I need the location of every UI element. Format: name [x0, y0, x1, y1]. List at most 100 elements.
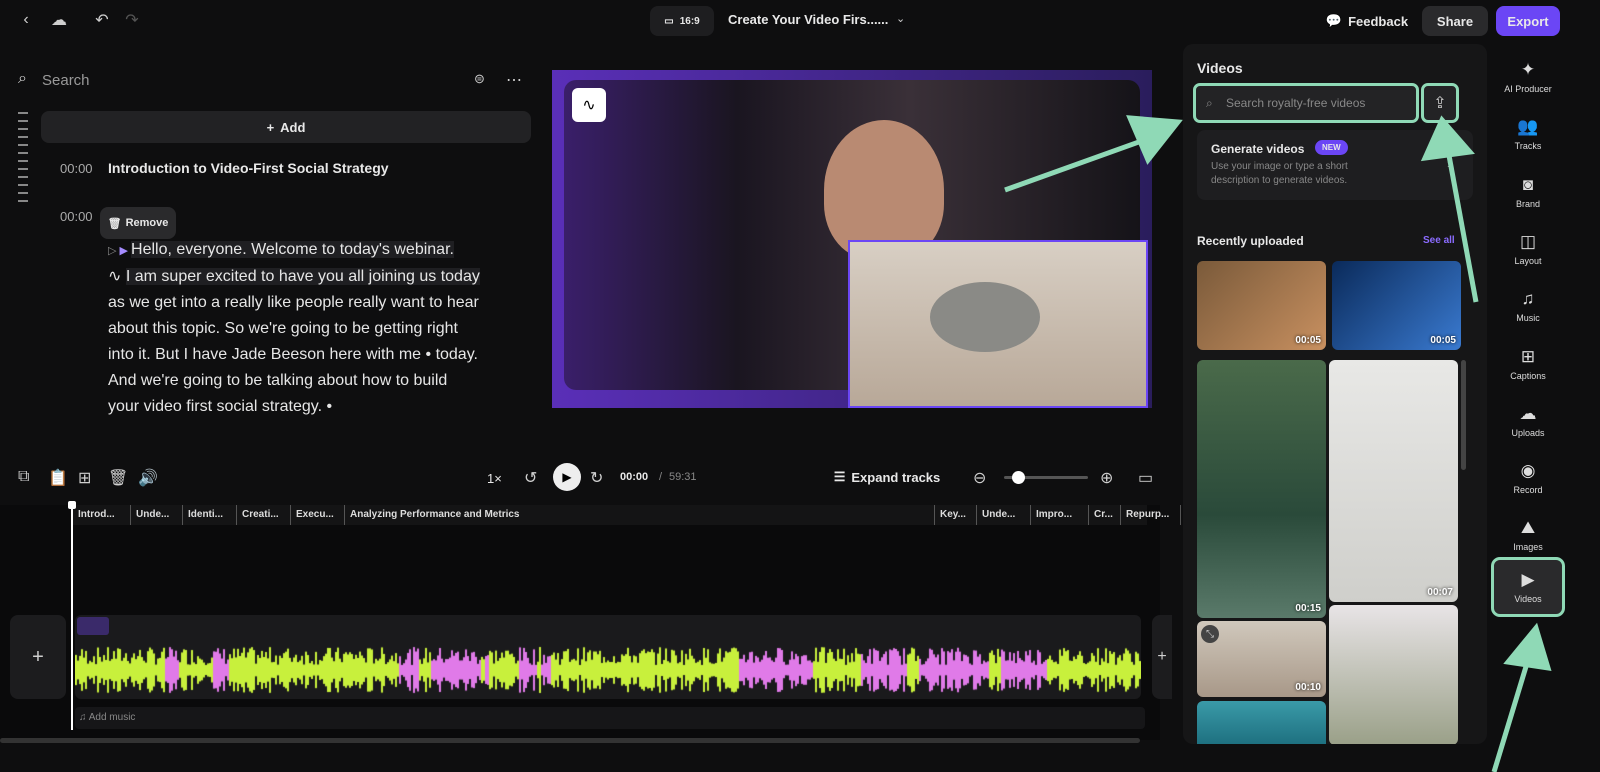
video-thumbnail[interactable] — [1197, 701, 1326, 744]
sidebar-item-record[interactable]: ◉ Record — [1494, 451, 1562, 505]
play-icon[interactable]: ▷ — [108, 245, 120, 257]
zoom-slider[interactable] — [1004, 471, 1088, 484]
chevron-right-icon: › — [1447, 156, 1452, 171]
recently-uploaded-heading: Recently uploaded — [1197, 234, 1304, 248]
duplicate-icon[interactable]: ⊞ — [78, 468, 91, 488]
add-track-left-button[interactable]: + — [10, 615, 66, 699]
speaker-figure — [824, 120, 944, 260]
zoom-slider-knob[interactable] — [1012, 471, 1026, 484]
redo-icon[interactable]: ↷ — [122, 10, 142, 30]
brand-icon: ◙ — [1522, 174, 1534, 194]
chapter-marker[interactable]: Unde... — [976, 505, 1030, 525]
captions-toggle-icon[interactable]: ▭ — [1138, 468, 1153, 488]
sidebar-item-image[interactable]: ⛰ Images — [1494, 508, 1562, 562]
upload-video-button[interactable]: ⇪ — [1421, 83, 1459, 123]
upload-icon: ⇪ — [1433, 95, 1447, 112]
video-thumbnail[interactable]: 00:15 — [1197, 360, 1326, 618]
transcript-line[interactable]: about this topic. So we're going to be g… — [108, 316, 548, 342]
copy-icon[interactable]: ⧉ — [18, 468, 29, 486]
see-all-link[interactable]: See all — [1423, 235, 1455, 246]
music-note-icon: ♫ — [79, 712, 89, 723]
chapter-marker[interactable]: Creati... — [236, 505, 290, 525]
forward-icon[interactable]: ↻ — [590, 468, 603, 488]
playhead[interactable] — [71, 505, 73, 730]
delete-icon[interactable]: 🗑 — [108, 468, 128, 488]
volume-icon[interactable]: 🔊 — [138, 468, 158, 488]
music-icon: ♫ — [1521, 289, 1535, 309]
video-search-input[interactable]: ⌕ Search royalty-free videos — [1193, 83, 1419, 123]
main-track[interactable] — [75, 615, 1141, 699]
timeline[interactable]: Introd... Unde... Identi... Creati... Execu.… — [0, 501, 1401, 740]
sidebar-item-upload[interactable]: ☁ Uploads — [1494, 394, 1562, 448]
remove-button[interactable]: 🗑 Remove — [100, 207, 176, 239]
chapter-heading[interactable]: Introduction to Video-First Social Strat… — [108, 160, 389, 176]
transcript-search-input[interactable]: Search — [42, 72, 90, 89]
scroll-minimap[interactable] — [18, 112, 28, 202]
sidebar-item-sparkle[interactable]: ✦ AI Producer — [1494, 50, 1562, 104]
expand-tracks-button[interactable]: ☰ Expand tracks — [832, 464, 942, 490]
add-label: Add — [280, 119, 306, 135]
playhead-handle[interactable] — [68, 501, 76, 509]
transcript-line[interactable]: ∿ I am super excited to have you all joi… — [108, 264, 548, 290]
generate-videos-card[interactable]: Generate videos NEW Use your image or ty… — [1197, 130, 1473, 200]
sidebar-item-play-circle[interactable]: ▶ Videos — [1491, 557, 1565, 617]
sidebar-label: Layout — [1514, 255, 1542, 266]
seal-overlay-clip[interactable] — [848, 240, 1148, 408]
transcript-line[interactable]: as we get into a really like people real… — [108, 290, 548, 316]
sidebar-item-captions[interactable]: ⊞ Captions — [1494, 337, 1562, 391]
video-thumbnail[interactable]: 00:05 — [1197, 261, 1326, 350]
filter-icon[interactable]: ⊜ — [474, 71, 485, 87]
add-music-label: Add music — [88, 712, 136, 723]
chapter-marker[interactable]: Identi... — [182, 505, 236, 525]
aspect-ratio-button[interactable]: ▭ 16:9 — [650, 6, 714, 36]
sidebar-label: Brand — [1515, 198, 1541, 209]
chapter-marker[interactable]: Unde... — [130, 505, 182, 525]
sidebar-item-brand[interactable]: ◙ Brand — [1494, 165, 1562, 219]
transcript-line[interactable]: into it. But I have Jade Beeson here wit… — [108, 342, 548, 368]
chapter-marker[interactable]: Impro... — [1030, 505, 1088, 525]
cloud-sync-icon[interactable]: ☁ — [48, 10, 70, 30]
transcript-line[interactable]: ▷ ▶ Hello, everyone. Welcome to today's … — [108, 237, 548, 264]
transcript-line[interactable]: And we're going to be talking about how … — [108, 368, 548, 394]
panel-scrollbar[interactable] — [1461, 360, 1466, 470]
chapter-marker[interactable]: Key... — [934, 505, 976, 525]
video-preview[interactable]: ∿ — [552, 70, 1152, 408]
sidebar-item-layout[interactable]: ◫ Layout — [1494, 222, 1562, 276]
playback-speed[interactable]: 1× — [487, 471, 502, 486]
add-music-track[interactable]: ♫ Add music — [75, 707, 1145, 729]
sidebar-label: Uploads — [1511, 427, 1545, 438]
rewind-icon[interactable]: ↺ — [524, 468, 537, 488]
heading-timestamp: 00:00 — [60, 161, 93, 176]
back-icon[interactable]: ‹ — [16, 10, 36, 30]
video-thumbnail[interactable] — [1329, 605, 1458, 744]
sidebar-item-music[interactable]: ♫ Music — [1494, 279, 1562, 333]
share-button[interactable]: Share — [1422, 6, 1488, 36]
transcript-line[interactable]: your video first social strategy. • — [108, 394, 548, 420]
expand-icon[interactable]: ⤡ — [1201, 625, 1219, 643]
project-title[interactable]: Create Your Video Firs...... — [728, 12, 888, 27]
chapter-marker[interactable]: Execu... — [290, 505, 344, 525]
chevron-down-icon[interactable]: ⌄ — [896, 12, 905, 25]
add-button[interactable]: + Add — [41, 111, 531, 143]
duration: 00:05 — [1295, 335, 1321, 346]
zoom-in-icon[interactable]: ⊕ — [1100, 468, 1113, 488]
zoom-out-icon[interactable]: ⊖ — [973, 468, 986, 488]
video-thumbnail[interactable]: 00:07 — [1329, 360, 1458, 602]
undo-icon[interactable]: ↶ — [92, 10, 112, 30]
more-icon[interactable]: ⋯ — [506, 70, 522, 90]
export-button[interactable]: Export — [1496, 6, 1560, 36]
sidebar-item-people[interactable]: 👥 Tracks — [1494, 107, 1562, 161]
chapter-marker[interactable]: Introd... — [72, 505, 130, 525]
add-track-right-button[interactable]: + — [1152, 615, 1172, 699]
play-button[interactable]: ▶ — [553, 463, 581, 491]
chapter-marker[interactable]: Cr... — [1088, 505, 1120, 525]
video-thumbnail[interactable]: 00:10 ⤡ — [1197, 621, 1326, 697]
video-thumbnail[interactable]: 00:05 — [1332, 261, 1461, 350]
feedback-button[interactable]: 💬 Feedback — [1322, 6, 1412, 36]
duration: 00:07 — [1427, 587, 1453, 598]
chapter-bar: Introd... Unde... Identi... Creati... Execu.… — [72, 505, 1401, 525]
timeline-scrollbar[interactable] — [0, 738, 1140, 743]
chapter-marker[interactable]: Analyzing Performance and Metrics — [344, 505, 664, 525]
chapter-marker[interactable]: Repurp... — [1120, 505, 1180, 525]
paste-icon[interactable]: 📋 — [48, 468, 68, 488]
